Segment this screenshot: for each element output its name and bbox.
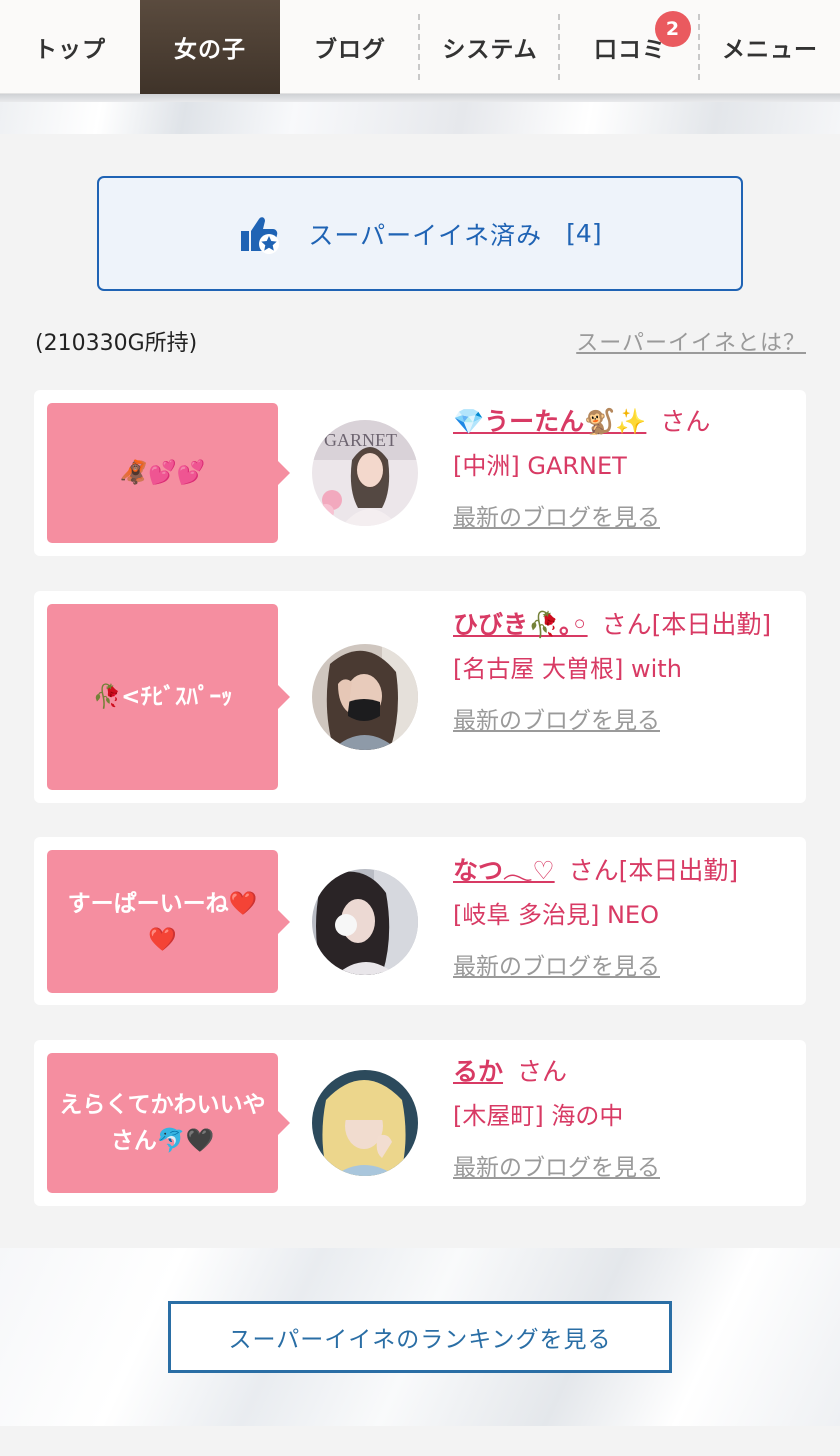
message-text: えらくてかわいいやさん🐬🖤 (59, 1092, 266, 1154)
list-item: えらくてかわいいやさん🐬🖤 るか さん [木屋町] 海の中 最新のブログを見る (34, 1040, 806, 1206)
what-is-super-iine-link[interactable]: スーパーイイネとは？ (576, 325, 806, 357)
avatar[interactable] (312, 1070, 418, 1176)
banner-background (0, 102, 840, 134)
avatar[interactable]: GARNET (312, 420, 418, 526)
shop-name: [中洲] GARNET (453, 452, 627, 480)
honorific: さん (660, 407, 711, 436)
girl-info: ひびき🥀｡◦ さん[本日出勤] [名古屋 大曽根] with 最新のブログを見る (453, 603, 776, 741)
shop-name: [木屋町] 海の中 (453, 1102, 624, 1130)
message-text: 🦧💕💕 (119, 460, 206, 486)
latest-blog-link[interactable]: 最新のブログを見る (453, 947, 660, 987)
super-iine-status-button[interactable]: スーパーイイネ済み [4] (97, 176, 743, 291)
girl-name-link[interactable]: なつ𓂃♡ (453, 856, 555, 885)
super-iine-label: スーパーイイネ済み (308, 220, 543, 250)
super-iine-count: [4] (566, 219, 602, 248)
shop-name: [名古屋 大曽根] with (453, 655, 682, 683)
bottom-strip (0, 1426, 840, 1456)
message-text: 🥀<ﾁﾋﾞｽﾊﾟｰｯ (92, 684, 233, 710)
tab-top-label: トップ (34, 37, 106, 63)
message-text: すーぱーいーね❤️❤️ (67, 890, 258, 953)
honorific: さん (517, 1057, 568, 1086)
work-status: [本日出勤] (651, 610, 772, 639)
avatar-image (312, 644, 418, 750)
avatar-image (312, 869, 418, 975)
shop-name: [岐阜 多治見] NEO (453, 901, 659, 929)
girl-info: 💎うーたん🐒✨ さん [中洲] GARNET 最新のブログを見る (453, 400, 776, 538)
tab-blog[interactable]: ブログ (280, 0, 420, 94)
girl-name-link[interactable]: ひびき🥀｡◦ (453, 610, 588, 639)
latest-blog-link[interactable]: 最新のブログを見る (453, 498, 660, 538)
message-bubble: すーぱーいーね❤️❤️ (47, 850, 290, 993)
avatar[interactable] (312, 869, 418, 975)
message-bubble: 🦧💕💕 (47, 403, 290, 543)
tab-blog-label: ブログ (314, 37, 386, 63)
avatar-image: GARNET (312, 420, 418, 526)
tab-menu-label: メニュー (722, 37, 818, 63)
tab-girls-label: 女の子 (174, 37, 246, 63)
list-item: 🦧💕💕 GARNET 💎うーたん🐒✨ さん [中洲] GARNET 最新のブログを… (34, 390, 806, 556)
ranking-button-label: スーパーイイネのランキングを見る (228, 1327, 612, 1353)
nav-shadow (0, 94, 840, 102)
tab-system[interactable]: システム (420, 0, 560, 94)
girl-info: なつ𓂃♡ さん[本日出勤] [岐阜 多治見] NEO 最新のブログを見る (453, 849, 776, 987)
tab-girls[interactable]: 女の子 (140, 0, 280, 94)
svg-text:GARNET: GARNET (324, 430, 397, 450)
tab-reviews[interactable]: 口コミ 2 (560, 0, 700, 94)
tab-system-label: システム (442, 37, 538, 63)
honorific: さん (568, 856, 619, 885)
list-item: 🥀<ﾁﾋﾞｽﾊﾟｰｯ ひびき🥀｡◦ さん[本日出勤] [名古屋 大曽根] with… (34, 591, 806, 803)
gold-balance: (210330G所持) (35, 331, 198, 356)
reviews-count-badge: 2 (655, 11, 691, 47)
tab-top[interactable]: トップ (0, 0, 140, 94)
honorific: さん (601, 610, 652, 639)
message-bubble: 🥀<ﾁﾋﾞｽﾊﾟｰｯ (47, 604, 290, 790)
list-item: すーぱーいーね❤️❤️ なつ𓂃♡ さん[本日出勤] [岐阜 多治見] NEO 最新… (34, 837, 806, 1005)
message-bubble: えらくてかわいいやさん🐬🖤 (47, 1053, 290, 1193)
girl-name-link[interactable]: るか (453, 1057, 503, 1086)
latest-blog-link[interactable]: 最新のブログを見る (453, 1148, 660, 1188)
work-status: [本日出勤] (618, 856, 739, 885)
latest-blog-link[interactable]: 最新のブログを見る (453, 701, 660, 741)
avatar[interactable] (312, 644, 418, 750)
super-iine-ranking-button[interactable]: スーパーイイネのランキングを見る (168, 1301, 672, 1373)
thumbs-up-star-icon (241, 216, 280, 254)
tab-menu[interactable]: メニュー (700, 0, 840, 94)
top-nav: トップ 女の子 ブログ システム 口コミ 2 メニュー (0, 0, 840, 94)
girl-name-link[interactable]: 💎うーたん🐒✨ (453, 407, 646, 436)
gold-row: (210330G所持) スーパーイイネとは？ (35, 323, 806, 359)
avatar-image (312, 1070, 418, 1176)
girl-info: るか さん [木屋町] 海の中 最新のブログを見る (453, 1050, 776, 1188)
